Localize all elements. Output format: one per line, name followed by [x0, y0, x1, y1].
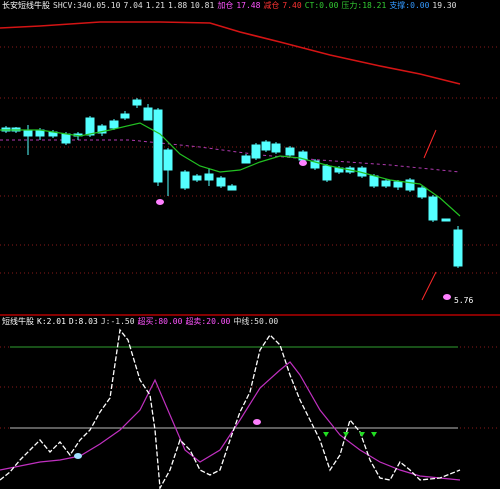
candle-body	[204, 173, 214, 181]
sub-header-title: 短线牛股	[2, 317, 34, 326]
candle-body	[192, 175, 202, 181]
candlestick	[227, 184, 237, 191]
pointer-line	[421, 271, 437, 301]
sub-header-value-5: 中线:50.00	[233, 317, 279, 326]
main-header-value-5: 加仓	[217, 1, 234, 10]
sub-header-values: K:2.01 D:8.03 J:-1.50 超买:80.00 超卖:20.00 中线:50…	[37, 317, 281, 326]
candle-body	[143, 107, 153, 121]
candle-body	[227, 185, 237, 191]
candle-body	[241, 155, 251, 164]
candlestick	[261, 140, 271, 152]
main-header-value-8: 7.40	[282, 1, 302, 10]
signal-marker	[156, 199, 164, 205]
main-header-value-11: 支撑:0.00	[389, 1, 430, 10]
oscillator-panel[interactable]	[0, 328, 461, 489]
candle-body	[180, 171, 190, 189]
oscillator-down-arrow	[323, 432, 329, 437]
main-header-values: SHCV:340.05.10 7.04 1.21 1.88 10.81 加仓 17.48 减仓…	[53, 1, 460, 10]
main-header-title: 长安短线牛股	[2, 1, 50, 10]
candle-body	[322, 165, 332, 181]
candlestick	[143, 104, 153, 121]
main-chart-header: 长安短线牛股 SHCV:340.05.10 7.04 1.21 1.88 10.81 加仓 1…	[2, 1, 463, 10]
candle-body	[109, 120, 119, 129]
oscillator-signal-marker	[74, 453, 82, 459]
candlestick	[120, 111, 130, 120]
candle-body	[85, 117, 95, 136]
dashed-reference-line	[0, 139, 461, 173]
candle-body	[393, 181, 403, 188]
candle-body	[441, 218, 451, 222]
oscillator-down-arrow	[371, 432, 377, 437]
stock-chart-canvas[interactable]: 5.76	[0, 0, 500, 489]
sub-header-value-4: 超卖:20.00	[185, 317, 231, 326]
candlestick	[192, 174, 202, 182]
sub-header-value-0: K:2.01	[37, 317, 66, 326]
candlestick	[180, 170, 190, 190]
candlestick	[381, 179, 391, 188]
sub-header-value-1: D:8.03	[68, 317, 98, 326]
candlestick	[285, 146, 295, 157]
candle-body	[23, 130, 33, 137]
sub-chart-header: 短线牛股 K:2.01 D:8.03 J:-1.50 超买:80.00 超卖:20.00 中…	[2, 317, 284, 326]
candlestick	[271, 142, 281, 154]
main-header-value-4: 10.81	[190, 1, 215, 10]
candle-body	[285, 147, 295, 156]
main-header-value-7: 减仓	[263, 1, 280, 10]
main-header-value-9: CT:0.00	[304, 1, 339, 10]
long-moving-average-line	[0, 21, 461, 85]
candle-body	[417, 187, 427, 198]
sub-header-value-2: J:-1.50	[100, 317, 135, 326]
candle-body	[405, 179, 415, 191]
candlestick	[204, 168, 214, 186]
price-tag-label: 5.76	[454, 296, 473, 305]
candlestick	[153, 108, 163, 186]
oscillator-down-arrow	[359, 432, 365, 437]
oscillator-signal-marker	[253, 419, 261, 425]
candle-body	[428, 196, 438, 221]
main-header-value-10: 压力:18.21	[341, 1, 387, 10]
candle-body	[271, 143, 281, 153]
main-header-value-3: 1.88	[167, 1, 188, 10]
main-header-value-12: 19.30	[432, 1, 457, 10]
candlestick	[322, 164, 332, 182]
candlestick	[163, 148, 173, 196]
candle-body	[132, 99, 142, 106]
candlestick	[241, 154, 251, 164]
oscillator-down-arrow	[343, 432, 349, 437]
candle-body	[163, 149, 173, 171]
candlestick	[441, 218, 451, 222]
main-header-value-6: 17.48	[236, 1, 261, 10]
candlestick	[251, 143, 261, 160]
candlestick	[428, 195, 438, 222]
signal-marker	[443, 294, 451, 300]
oscillator-fast-line	[0, 328, 461, 489]
candle-body	[61, 133, 71, 144]
main-header-value-2: 1.21	[145, 1, 165, 10]
candle-body	[453, 229, 463, 267]
candle-body	[261, 141, 271, 151]
oscillator-slow-line	[0, 361, 461, 481]
candlestick	[132, 98, 142, 108]
pointer-line	[423, 129, 437, 159]
candlestick-series[interactable]	[1, 98, 463, 268]
candle-body	[381, 180, 391, 187]
candlestick	[216, 176, 226, 188]
candle-body	[251, 144, 261, 159]
candlestick	[405, 178, 415, 192]
main-header-value-1: 7.04	[123, 1, 143, 10]
sub-header-value-3: 超买:80.00	[137, 317, 183, 326]
signal-marker	[299, 160, 307, 166]
candle-body	[120, 113, 130, 119]
candlestick	[453, 226, 463, 268]
candle-body	[216, 177, 226, 187]
candle-body	[369, 175, 379, 187]
main-header-value-0: SHCV:340.05.10	[53, 1, 121, 10]
price-gridlines	[0, 46, 500, 429]
candlestick	[97, 124, 107, 136]
candle-body	[153, 109, 163, 183]
